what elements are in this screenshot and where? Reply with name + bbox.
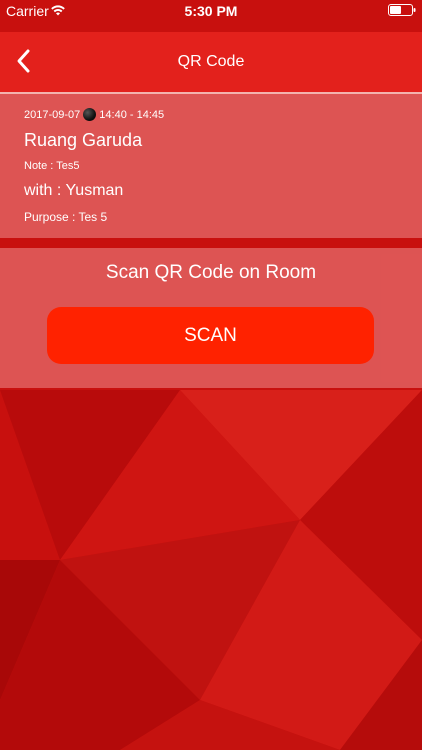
booking-card: 2017-09-07 14:40 - 14:45 Ruang Garuda No…: [0, 94, 422, 238]
booking-note: Note : Tes5: [24, 160, 80, 172]
status-bar: Carrier 5:30 PM: [0, 0, 422, 22]
booking-date: 2017-09-07: [24, 108, 81, 121]
scan-button[interactable]: SCAN: [47, 307, 374, 364]
booking-datetime: 2017-09-07 14:40 - 14:45: [24, 108, 164, 121]
booking-with: with : Yusman: [24, 182, 124, 199]
room-name: Ruang Garuda: [24, 130, 143, 150]
status-time: 5:30 PM: [184, 3, 238, 19]
scan-instruction: Scan QR Code on Room: [105, 262, 317, 283]
booking-purpose: Purpose : Tes 5: [24, 210, 108, 224]
dot-icon: [83, 108, 97, 121]
page-title: QR Code: [177, 53, 245, 70]
booking-time-range: 14:40 - 14:45: [99, 108, 165, 121]
battery-icon: [388, 4, 416, 16]
navigation-bar: QR Code: [0, 32, 422, 94]
scan-panel: Scan QR Code on Room SCAN: [0, 248, 422, 388]
